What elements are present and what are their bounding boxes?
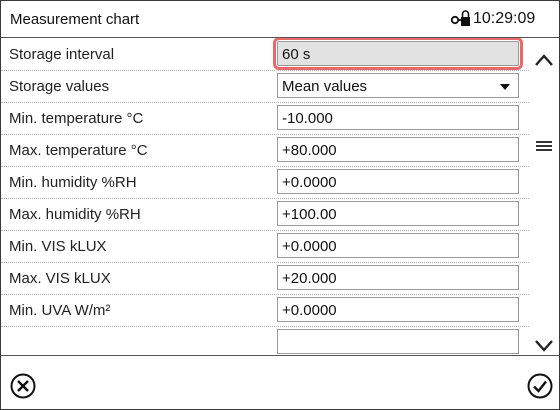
scrollbar[interactable] xyxy=(529,38,559,355)
max-temperature-field[interactable]: +80.000 xyxy=(277,137,519,162)
row-label: Max. temperature °C xyxy=(9,142,148,159)
field-value: +100.00 xyxy=(282,206,337,223)
min-temperature-field[interactable]: -10.000 xyxy=(277,105,519,130)
field-value: +0.0000 xyxy=(282,174,337,191)
row-max-humidity: Max. humidity %RH +100.00 xyxy=(1,198,529,231)
min-vis-field[interactable]: +0.0000 xyxy=(277,233,519,258)
storage-interval-field[interactable]: 60 s xyxy=(273,38,523,70)
row-label: Min. VIS kLUX xyxy=(9,238,107,255)
dropdown-arrow-icon xyxy=(500,84,510,90)
field-value: 60 s xyxy=(282,46,311,63)
row-label: Storage values xyxy=(9,78,110,95)
field-value: +80.000 xyxy=(282,142,337,159)
row-label: Min. temperature °C xyxy=(9,110,144,127)
row-label: Min. humidity %RH xyxy=(9,174,137,191)
cancel-circle-icon[interactable] xyxy=(9,372,37,400)
storage-values-dropdown[interactable]: Mean values xyxy=(277,73,519,98)
row-max-temperature: Max. temperature °C +80.000 xyxy=(1,134,529,167)
confirm-check-icon[interactable] xyxy=(526,372,554,400)
max-humidity-field[interactable]: +100.00 xyxy=(277,201,519,226)
row-label: Min. UVA W/m² xyxy=(9,302,111,319)
row-min-humidity: Min. humidity %RH +0.0000 xyxy=(1,166,529,199)
row-label: Max. humidity %RH xyxy=(9,206,141,223)
row-max-vis: Max. VIS kLUX +20.000 xyxy=(1,262,529,295)
header-bar: Measurement chart 10:29:09 xyxy=(1,1,559,38)
row-min-vis: Min. VIS kLUX +0.0000 xyxy=(1,230,529,263)
chevron-up-icon[interactable] xyxy=(534,52,554,68)
row-storage-interval: Storage interval 60 s xyxy=(1,38,529,71)
row-min-temperature: Min. temperature °C -10.000 xyxy=(1,102,529,135)
measurement-chart-screen: Measurement chart 10:29:09 Storage inter… xyxy=(0,0,560,410)
clock-time: 10:29:09 xyxy=(473,10,536,27)
row-storage-values: Storage values Mean values xyxy=(1,70,529,103)
field-value: Mean values xyxy=(282,78,368,95)
field-value: -10.000 xyxy=(282,110,333,127)
settings-list: Storage interval 60 s Storage values Mea… xyxy=(1,38,529,355)
field-value: +0.0000 xyxy=(282,238,337,255)
page-title: Measurement chart xyxy=(10,11,140,28)
min-humidity-field[interactable]: +0.0000 xyxy=(277,169,519,194)
partial-field[interactable] xyxy=(277,329,519,354)
field-value: +20.000 xyxy=(282,270,337,287)
field-value: +0.0000 xyxy=(282,302,337,319)
lock-key-icon xyxy=(451,10,470,26)
row-min-uva: Min. UVA W/m² +0.0000 xyxy=(1,294,529,327)
row-label: Storage interval xyxy=(9,46,115,63)
chevron-down-icon[interactable] xyxy=(534,338,554,354)
row-label: Max. VIS kLUX xyxy=(9,270,111,287)
hamburger-menu-icon[interactable] xyxy=(536,139,552,153)
min-uva-field[interactable]: +0.0000 xyxy=(277,297,519,322)
row-partial xyxy=(1,326,529,355)
max-vis-field[interactable]: +20.000 xyxy=(277,265,519,290)
footer-bar xyxy=(1,355,559,409)
